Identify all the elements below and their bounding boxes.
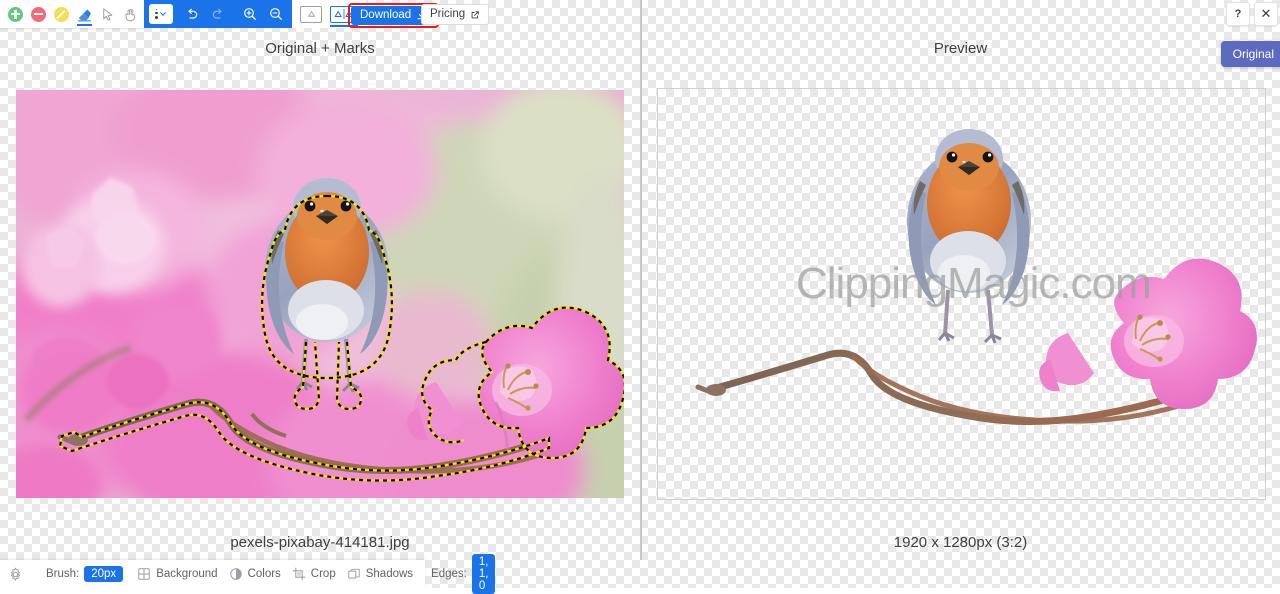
minus-circle-icon [31, 6, 46, 22]
bottom-toolbar: Brush: 20px Background Colors Crop Shado… [0, 554, 496, 594]
tool-eraser[interactable] [73, 1, 96, 27]
undo-button[interactable] [179, 1, 205, 27]
crop-icon [292, 567, 306, 581]
tool-hair-mark[interactable] [50, 1, 73, 27]
colors-label: Colors [247, 568, 281, 580]
undo-icon [188, 8, 198, 19]
shadows-label: Shadows [365, 568, 414, 580]
crop-label: Crop [310, 568, 336, 580]
window-controls: ? ✕ [1226, 2, 1278, 26]
left-pane-caption: pexels-pixabay-414181.jpg [230, 534, 410, 551]
plus-circle-icon [8, 6, 23, 22]
tool-group [0, 0, 144, 28]
pricing-button[interactable]: Pricing [421, 4, 490, 25]
gear-icon [10, 567, 21, 581]
pricing-label: Pricing [430, 8, 466, 20]
pane-divider[interactable] [640, 0, 642, 560]
zoom-out-button[interactable] [263, 1, 289, 27]
tool-pointer[interactable] [96, 1, 119, 27]
cursor-icon [103, 7, 113, 21]
chevron-down-icon [160, 12, 167, 16]
close-icon: ✕ [1260, 6, 1272, 21]
shadows-button[interactable]: Shadows [347, 567, 413, 581]
original-toggle-button[interactable]: Original [1220, 41, 1280, 67]
view-single-button[interactable] [300, 5, 322, 23]
help-label: ? [1234, 8, 1242, 20]
tool-add-mark[interactable] [4, 1, 27, 27]
redo-icon [212, 8, 222, 19]
edges-label: Edges: [431, 568, 467, 580]
edges-value[interactable]: 1, 1, 0 [471, 554, 496, 594]
brush-dots-icon [154, 8, 159, 20]
original-label: Original [1232, 47, 1274, 61]
hand-icon [125, 8, 135, 21]
background-button[interactable]: Background [137, 567, 218, 581]
close-button[interactable]: ✕ [1254, 2, 1278, 26]
top-toolbar: Download Pricing ? ✕ [0, 0, 1280, 28]
right-pane-title: Preview [933, 40, 988, 57]
slash-circle-icon [54, 6, 69, 22]
redo-button[interactable] [205, 1, 231, 27]
download-label: Download [360, 9, 412, 21]
zoom-in-button[interactable] [237, 1, 263, 27]
colors-button[interactable]: Colors [229, 567, 281, 581]
zoom-out-icon [270, 8, 282, 20]
brush-label: Brush: [46, 568, 80, 580]
preview-canvas[interactable]: ClippingMagic.com [657, 88, 1266, 500]
settings-button[interactable] [8, 567, 23, 582]
background-label: Background [156, 568, 218, 580]
eraser-icon [78, 9, 91, 21]
grid-icon [138, 568, 150, 580]
contrast-circle-icon [229, 568, 242, 580]
triangle-icon [307, 10, 315, 17]
tool-pan[interactable] [119, 1, 142, 27]
left-pane-title: Original + Marks [265, 40, 375, 57]
help-button[interactable]: ? [1226, 2, 1250, 26]
brush-size-value[interactable]: 20px [84, 566, 124, 582]
external-link-icon [471, 10, 479, 18]
layers-icon [347, 568, 360, 579]
brush-size-dropdown[interactable] [149, 4, 173, 24]
tool-remove-mark[interactable] [27, 1, 50, 27]
crop-button[interactable]: Crop [292, 567, 336, 581]
zoom-in-icon [244, 8, 256, 20]
original-image-canvas[interactable] [16, 90, 624, 498]
app-root: Original + Marks pexels-pixabay-414181.j… [0, 0, 1280, 594]
right-pane-caption: 1920 x 1280px (3:2) [893, 534, 1028, 551]
